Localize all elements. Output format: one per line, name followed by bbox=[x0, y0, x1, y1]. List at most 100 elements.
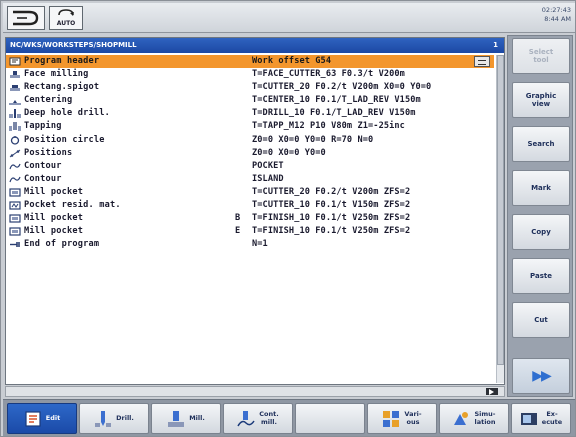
deep-hole-drill-icon bbox=[9, 109, 21, 119]
scrollbar-thumb[interactable] bbox=[497, 55, 504, 365]
graphic-view-softkey[interactable]: Graphic view bbox=[512, 82, 570, 118]
centering-icon bbox=[9, 96, 21, 106]
program-step-row[interactable]: Rectang.spigot T=CUTTER_20 F0.2/t V200m X… bbox=[6, 81, 494, 94]
step-tag: B bbox=[235, 213, 241, 224]
drill-icon bbox=[94, 410, 112, 428]
program-step-list: Program header Work offset G54 Face millin… bbox=[6, 55, 494, 251]
position-circle-icon bbox=[9, 135, 21, 145]
program-step-row[interactable]: Face milling T=FACE_CUTTER_63 F0.3/t V200… bbox=[6, 68, 494, 81]
mill-pocket-icon bbox=[9, 227, 21, 236]
step-parameters: Work offset G54 bbox=[252, 56, 332, 66]
clock-line-1: 02:27:43 bbox=[541, 6, 571, 14]
step-parameters: T=FINISH_10 F0.1/t V250m ZFS=2 bbox=[252, 226, 411, 237]
contour-icon bbox=[9, 175, 21, 184]
step-name: Tapping bbox=[24, 121, 62, 132]
program-step-row[interactable]: Contour ISLAND bbox=[6, 173, 494, 186]
auto-mode-indicator: AUTO bbox=[49, 6, 83, 30]
auto-label: AUTO bbox=[56, 20, 76, 27]
program-step-row[interactable]: End of program N=1 bbox=[6, 238, 494, 251]
step-name: Rectang.spigot bbox=[24, 82, 100, 93]
step-parameters: T=CUTTER_20 F0.2/t V200m X0=0 Y0=0 bbox=[252, 82, 432, 93]
end-program-icon bbox=[9, 240, 21, 249]
program-step-row[interactable]: Deep hole drill. T=DRILL_10 F0.1/T_LAD_RE… bbox=[6, 107, 494, 120]
program-step-row[interactable]: Mill pocket T=CUTTER_20 F0.2/t V200m ZFS=… bbox=[6, 186, 494, 199]
step-parameters: T=CUTTER_10 F0.1/t V150m ZFS=2 bbox=[252, 200, 411, 211]
step-name: Contour bbox=[24, 160, 62, 171]
step-name: Mill pocket bbox=[24, 226, 84, 237]
channel-number: 1 bbox=[493, 41, 498, 49]
step-name: Mill pocket bbox=[24, 213, 84, 224]
open-step-icon[interactable] bbox=[474, 56, 490, 67]
status-bar: AUTO 02:27:43 8:44 AM bbox=[3, 3, 575, 33]
copy-softkey[interactable]: Copy bbox=[512, 214, 570, 250]
mill-icon bbox=[167, 410, 185, 428]
clock: 02:27:43 8:44 AM bbox=[542, 6, 571, 24]
softkey-label: Mill. bbox=[189, 413, 205, 422]
step-tag: E bbox=[235, 226, 241, 237]
pocket-resid-icon bbox=[9, 201, 21, 210]
contour-mill-icon bbox=[237, 410, 255, 428]
cont-mill-softkey[interactable]: Cont. mill. bbox=[223, 403, 293, 434]
step-name: Contour bbox=[24, 173, 62, 184]
tapping-icon bbox=[9, 122, 21, 132]
program-step-row[interactable]: Mill pocket E T=FINISH_10 F0.1/t V250m ZFS… bbox=[6, 225, 494, 238]
step-name: Positions bbox=[24, 147, 73, 158]
execute-icon bbox=[520, 410, 538, 428]
program-step-row[interactable]: Mill pocket B T=FINISH_10 F0.1/t V250m ZFS… bbox=[6, 212, 494, 225]
vertical-softkey-bar: Select tool Graphic view Search Mark Copy Pas… bbox=[507, 35, 573, 397]
horizontal-softkey-bar: Edit Drill. Mill. Cont. mill. Vari- ous Simu-… bbox=[3, 399, 575, 436]
softkey-label: Simu- lation bbox=[474, 410, 496, 426]
cycle-arrow-icon bbox=[58, 9, 74, 16]
softkey-label: Vari- ous bbox=[404, 410, 422, 426]
select-tool-softkey[interactable]: Select tool bbox=[512, 38, 570, 74]
step-name: Centering bbox=[24, 95, 73, 106]
face-milling-icon bbox=[9, 70, 21, 79]
clock-line-2: 8:44 AM bbox=[544, 15, 571, 23]
step-name: Deep hole drill. bbox=[24, 108, 110, 119]
search-softkey[interactable]: Search bbox=[512, 126, 570, 162]
program-step-row[interactable]: Tapping T=TAPP_M12 P10 V80m Z1=-25inc bbox=[6, 120, 494, 133]
step-name: End of program bbox=[24, 239, 100, 250]
step-parameters: POCKET bbox=[252, 160, 284, 171]
step-name: Face milling bbox=[24, 69, 89, 80]
program-path-bar: NC/WKS/WORKSTEPS/SHOPMILL 1 bbox=[6, 38, 504, 53]
program-step-row[interactable]: Program header Work offset G54 bbox=[6, 55, 494, 69]
step-name: Position circle bbox=[24, 134, 105, 145]
rect-spigot-icon bbox=[9, 83, 21, 92]
step-name: Pocket resid. mat. bbox=[24, 200, 121, 211]
step-parameters: ISLAND bbox=[252, 173, 284, 184]
step-parameters: T=FACE_CUTTER_63 F0.3/t V200m bbox=[252, 69, 405, 80]
program-step-row[interactable]: Positions Z0=0 X0=0 Y0=0 bbox=[6, 147, 494, 160]
mill-softkey[interactable]: Mill. bbox=[151, 403, 221, 434]
program-editor: NC/WKS/WORKSTEPS/SHOPMILL 1 Program head… bbox=[5, 37, 505, 385]
step-parameters: T=TAPP_M12 P10 V80m Z1=-25inc bbox=[252, 121, 405, 132]
program-step-row[interactable]: Position circle Z0=0 X0=0 Y0=0 R=70 N=0 bbox=[6, 134, 494, 147]
softkey-label: Edit bbox=[45, 413, 61, 422]
paste-softkey[interactable]: Paste bbox=[512, 258, 570, 294]
more-softkey[interactable]: ▶▶ bbox=[512, 358, 570, 394]
execute-softkey[interactable]: Ex- ecute bbox=[511, 403, 571, 434]
mark-softkey[interactable]: Mark bbox=[512, 170, 570, 206]
step-parameters: Z0=0 X0=0 Y0=0 R=70 N=0 bbox=[252, 134, 374, 145]
mill-pocket-icon bbox=[9, 214, 21, 223]
cut-softkey[interactable]: Cut bbox=[512, 302, 570, 338]
blank-softkey[interactable] bbox=[295, 403, 365, 434]
mill-pocket-icon bbox=[9, 188, 21, 197]
drill-softkey[interactable]: Drill. bbox=[79, 403, 149, 434]
edit-icon bbox=[24, 410, 42, 428]
step-parameters: N=1 bbox=[252, 239, 268, 250]
various-softkey[interactable]: Vari- ous bbox=[367, 403, 437, 434]
program-step-row[interactable]: Contour POCKET bbox=[6, 160, 494, 173]
program-step-row[interactable]: Centering T=CENTER_10 F0.1/T_LAD_REV V150… bbox=[6, 94, 494, 107]
simulation-softkey[interactable]: Simu- lation bbox=[439, 403, 509, 434]
edit-softkey[interactable]: Edit bbox=[7, 403, 77, 434]
softkey-label: Ex- ecute bbox=[541, 410, 563, 426]
step-parameters: T=FINISH_10 F0.1/t V250m ZFS=2 bbox=[252, 213, 411, 224]
softkey-label: Cont. mill. bbox=[259, 410, 279, 426]
step-parameters: T=CENTER_10 F0.1/T_LAD_REV V150m bbox=[252, 95, 421, 106]
program-step-row[interactable]: Pocket resid. mat. T=CUTTER_10 F0.1/t V15… bbox=[6, 199, 494, 212]
editor-scrollbar[interactable] bbox=[496, 55, 504, 383]
step-name: Mill pocket bbox=[24, 186, 84, 197]
scroll-right-icon[interactable] bbox=[486, 388, 498, 395]
contour-icon bbox=[9, 162, 21, 171]
